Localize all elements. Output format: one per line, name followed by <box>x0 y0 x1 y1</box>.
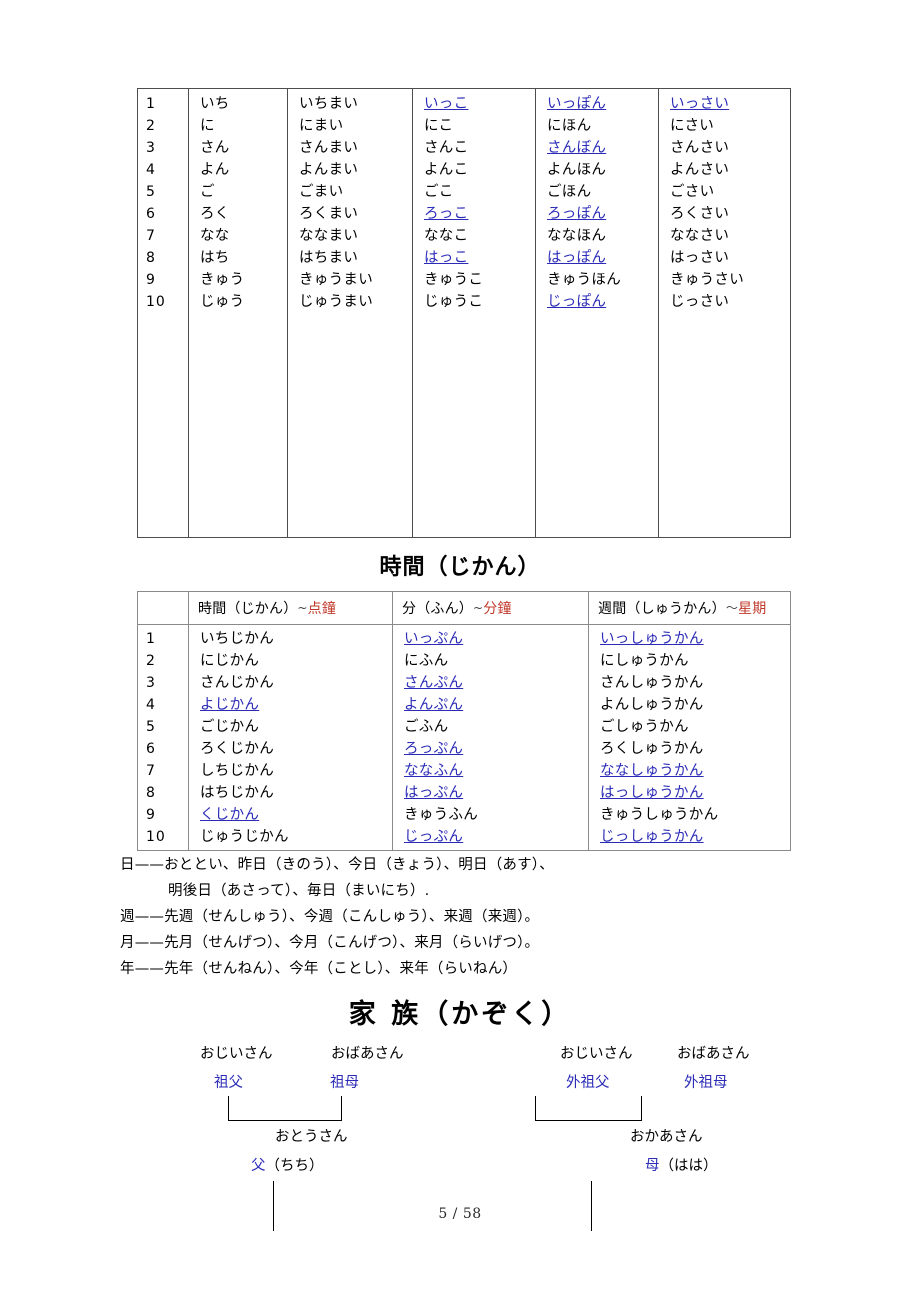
page-number: 5 / 58 <box>438 1206 482 1222</box>
paternal-grandmother-kana: おばあさん <box>331 1046 404 1062</box>
paternal-grandfather-kana: おじいさん <box>200 1046 273 1062</box>
father-kana: おとうさん <box>275 1129 348 1145</box>
paternal-grandmother-kanji: 祖母 <box>330 1075 359 1091</box>
father-kanji: 父 <box>251 1158 266 1174</box>
paternal-left-connector <box>228 1096 229 1121</box>
father-reading: （ちち） <box>265 1158 324 1174</box>
maternal-grandmother-kanji: 外祖母 <box>684 1075 728 1091</box>
maternal-right-connector <box>641 1096 642 1121</box>
maternal-left-connector <box>535 1096 536 1121</box>
maternal-grandfather-kana: おじいさん <box>560 1046 633 1062</box>
mother-kanji-reading: 母（はは） <box>645 1156 718 1176</box>
mother-reading: （はは） <box>659 1158 718 1174</box>
mother-kana: おかあさん <box>630 1129 703 1145</box>
father-kanji-reading: 父（ちち） <box>251 1156 324 1176</box>
mother-kanji: 母 <box>645 1158 660 1174</box>
paternal-join-bar <box>228 1120 342 1121</box>
paternal-right-connector <box>341 1096 342 1121</box>
maternal-grandmother-kana: おばあさん <box>677 1046 750 1062</box>
family-tree: おじいさん おばあさん 祖父 祖母 おとうさん 父（ちち） おじいさん おばあさ… <box>0 0 920 1302</box>
paternal-grandfather-kanji: 祖父 <box>214 1075 243 1091</box>
maternal-grandfather-kanji: 外祖父 <box>566 1075 610 1091</box>
maternal-join-bar <box>535 1120 642 1121</box>
